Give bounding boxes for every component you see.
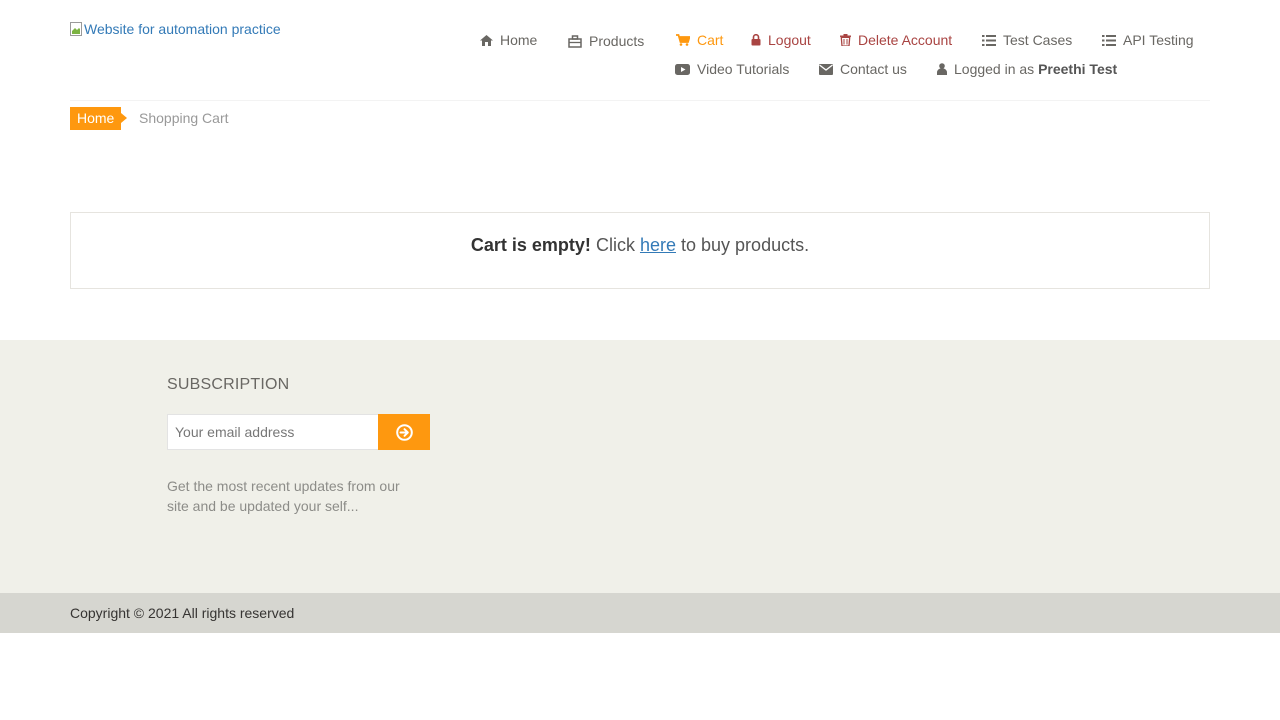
list-icon bbox=[1102, 34, 1116, 46]
shopping-cart-icon bbox=[676, 34, 691, 46]
breadcrumb-home[interactable]: Home bbox=[70, 107, 128, 130]
site-header: Website for automation practice Home Pro… bbox=[0, 0, 1280, 101]
footer-bottom: Copyright © 2021 All rights reserved bbox=[0, 593, 1280, 633]
empty-cart-heading: Cart is empty! bbox=[470, 235, 591, 255]
lock-icon bbox=[751, 33, 761, 46]
logged-in-prefix: Logged in as bbox=[954, 61, 1035, 77]
arrow-circle-right-icon bbox=[395, 423, 413, 441]
youtube-play-icon bbox=[675, 63, 690, 75]
empty-cart-suffix: to buy products. bbox=[681, 235, 810, 255]
user-icon bbox=[937, 63, 947, 75]
subscription-email-input[interactable] bbox=[167, 414, 379, 450]
logged-in-username: Preethi Test bbox=[1038, 61, 1118, 77]
nav-logout[interactable]: Logout bbox=[751, 30, 811, 50]
nav-delete-account[interactable]: Delete Account bbox=[840, 30, 952, 50]
site-logo[interactable]: Website for automation practice bbox=[70, 21, 281, 37]
breadcrumb-current: Shopping Cart bbox=[139, 110, 229, 126]
header-divider bbox=[70, 100, 1210, 101]
broken-image-icon bbox=[70, 22, 82, 36]
empty-cart-panel: Cart is empty! Click here to buy product… bbox=[70, 212, 1210, 289]
list-icon bbox=[982, 34, 996, 46]
nav-api-testing[interactable]: API Testing bbox=[1102, 30, 1194, 50]
subscription-note: Get the most recent updates from our sit… bbox=[167, 478, 400, 514]
subscription-title: SUBSCRIPTION bbox=[167, 376, 290, 393]
logged-in-status: Logged in as Preethi Test bbox=[937, 59, 1117, 79]
empty-cart-message: Cart is empty! Click here to buy product… bbox=[71, 235, 1209, 256]
nav-contact-us[interactable]: Contact us bbox=[819, 59, 907, 79]
envelope-icon bbox=[819, 63, 833, 75]
nav-cart[interactable]: Cart bbox=[676, 30, 723, 50]
nav-video-tutorials[interactable]: Video Tutorials bbox=[675, 59, 789, 79]
copyright-text: Copyright © 2021 All rights reserved bbox=[70, 605, 295, 621]
empty-cart-click: Click bbox=[595, 235, 635, 255]
home-icon bbox=[480, 34, 493, 46]
trash-icon bbox=[840, 34, 851, 47]
nav-products[interactable]: Products bbox=[568, 31, 644, 51]
footer-widget: SUBSCRIPTION Get the most recent updates… bbox=[0, 340, 1280, 593]
logo-alt-text: Website for automation practice bbox=[84, 21, 281, 37]
nav-home[interactable]: Home bbox=[480, 30, 537, 50]
nav-test-cases[interactable]: Test Cases bbox=[982, 30, 1072, 50]
buy-products-link[interactable]: here bbox=[640, 235, 676, 255]
subscribe-button[interactable] bbox=[378, 414, 430, 450]
products-icon bbox=[568, 34, 582, 48]
